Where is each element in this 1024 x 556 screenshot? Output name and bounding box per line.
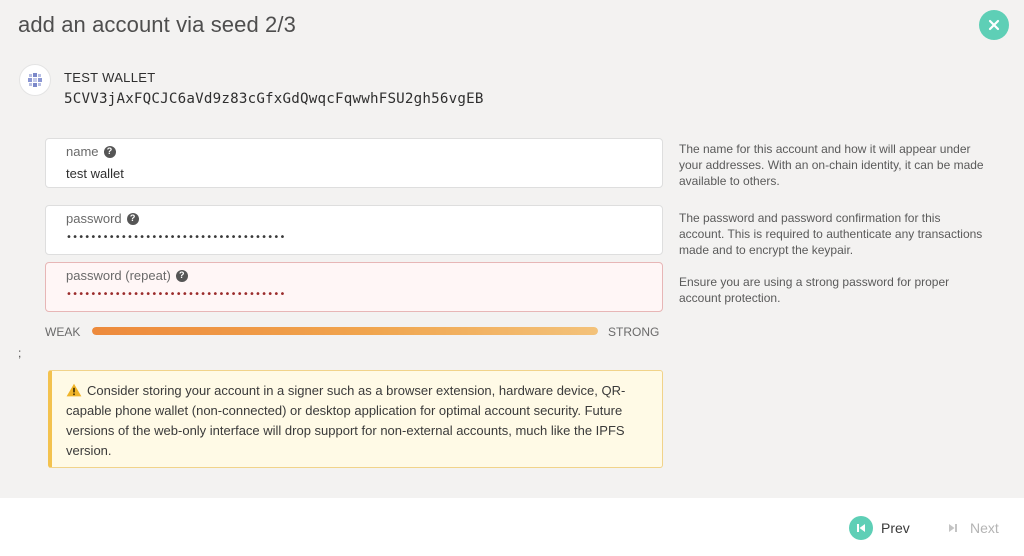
name-field-label: name ? [66, 144, 116, 159]
help-icon[interactable]: ? [103, 145, 116, 158]
close-button[interactable] [979, 10, 1009, 40]
password-repeat-input[interactable]: •••••••••••••••••••••••••••••••••••• [66, 289, 286, 300]
close-icon [988, 19, 1000, 31]
account-address: 5CVV3jAxFQCJC6aVd9z83cGfxGdQwqcFqwwhFSU2… [64, 91, 484, 107]
password-strength-fill [92, 327, 598, 335]
password-repeat-help-text: Ensure you are using a strong password f… [679, 275, 950, 305]
prev-button[interactable]: Prev [849, 516, 910, 540]
name-field[interactable]: name ? [45, 138, 663, 188]
next-button-label: Next [970, 520, 999, 536]
next-button[interactable]: Next [944, 516, 999, 540]
help-icon[interactable]: ? [126, 212, 139, 225]
password-field-label: password ? [66, 211, 139, 226]
password-repeat-field-label: password (repeat) ? [66, 268, 188, 283]
password-help-text: The password and password confirmation f… [679, 211, 983, 257]
warning-icon [66, 383, 82, 397]
identicon-icon [28, 73, 42, 87]
stray-text: ; [18, 346, 22, 360]
password-field[interactable]: password ? •••••••••••••••••••••••••••••… [45, 205, 663, 255]
prev-button-label: Prev [881, 520, 910, 536]
step-forward-icon [944, 516, 962, 540]
name-input[interactable] [66, 163, 646, 183]
help-icon[interactable]: ? [175, 269, 188, 282]
identicon[interactable] [19, 64, 51, 96]
modal-body: add an account via seed 2/3 TEST WALLET … [0, 0, 1024, 498]
modal-title: add an account via seed 2/3 [18, 12, 296, 37]
warning-text: Consider storing your account in a signe… [66, 383, 626, 458]
password-input[interactable]: •••••••••••••••••••••••••••••••••••• [66, 232, 286, 243]
strength-weak-label: WEAK [45, 325, 81, 339]
password-repeat-field[interactable]: password (repeat) ? ••••••••••••••••••••… [45, 262, 663, 312]
strength-strong-label: STRONG [608, 325, 660, 339]
account-name: TEST WALLET [64, 70, 156, 85]
name-help-text: The name for this account and how it wil… [679, 142, 984, 188]
password-strength-bar [92, 327, 598, 335]
step-backward-icon [849, 516, 873, 540]
warning-box: Consider storing your account in a signe… [48, 370, 663, 468]
